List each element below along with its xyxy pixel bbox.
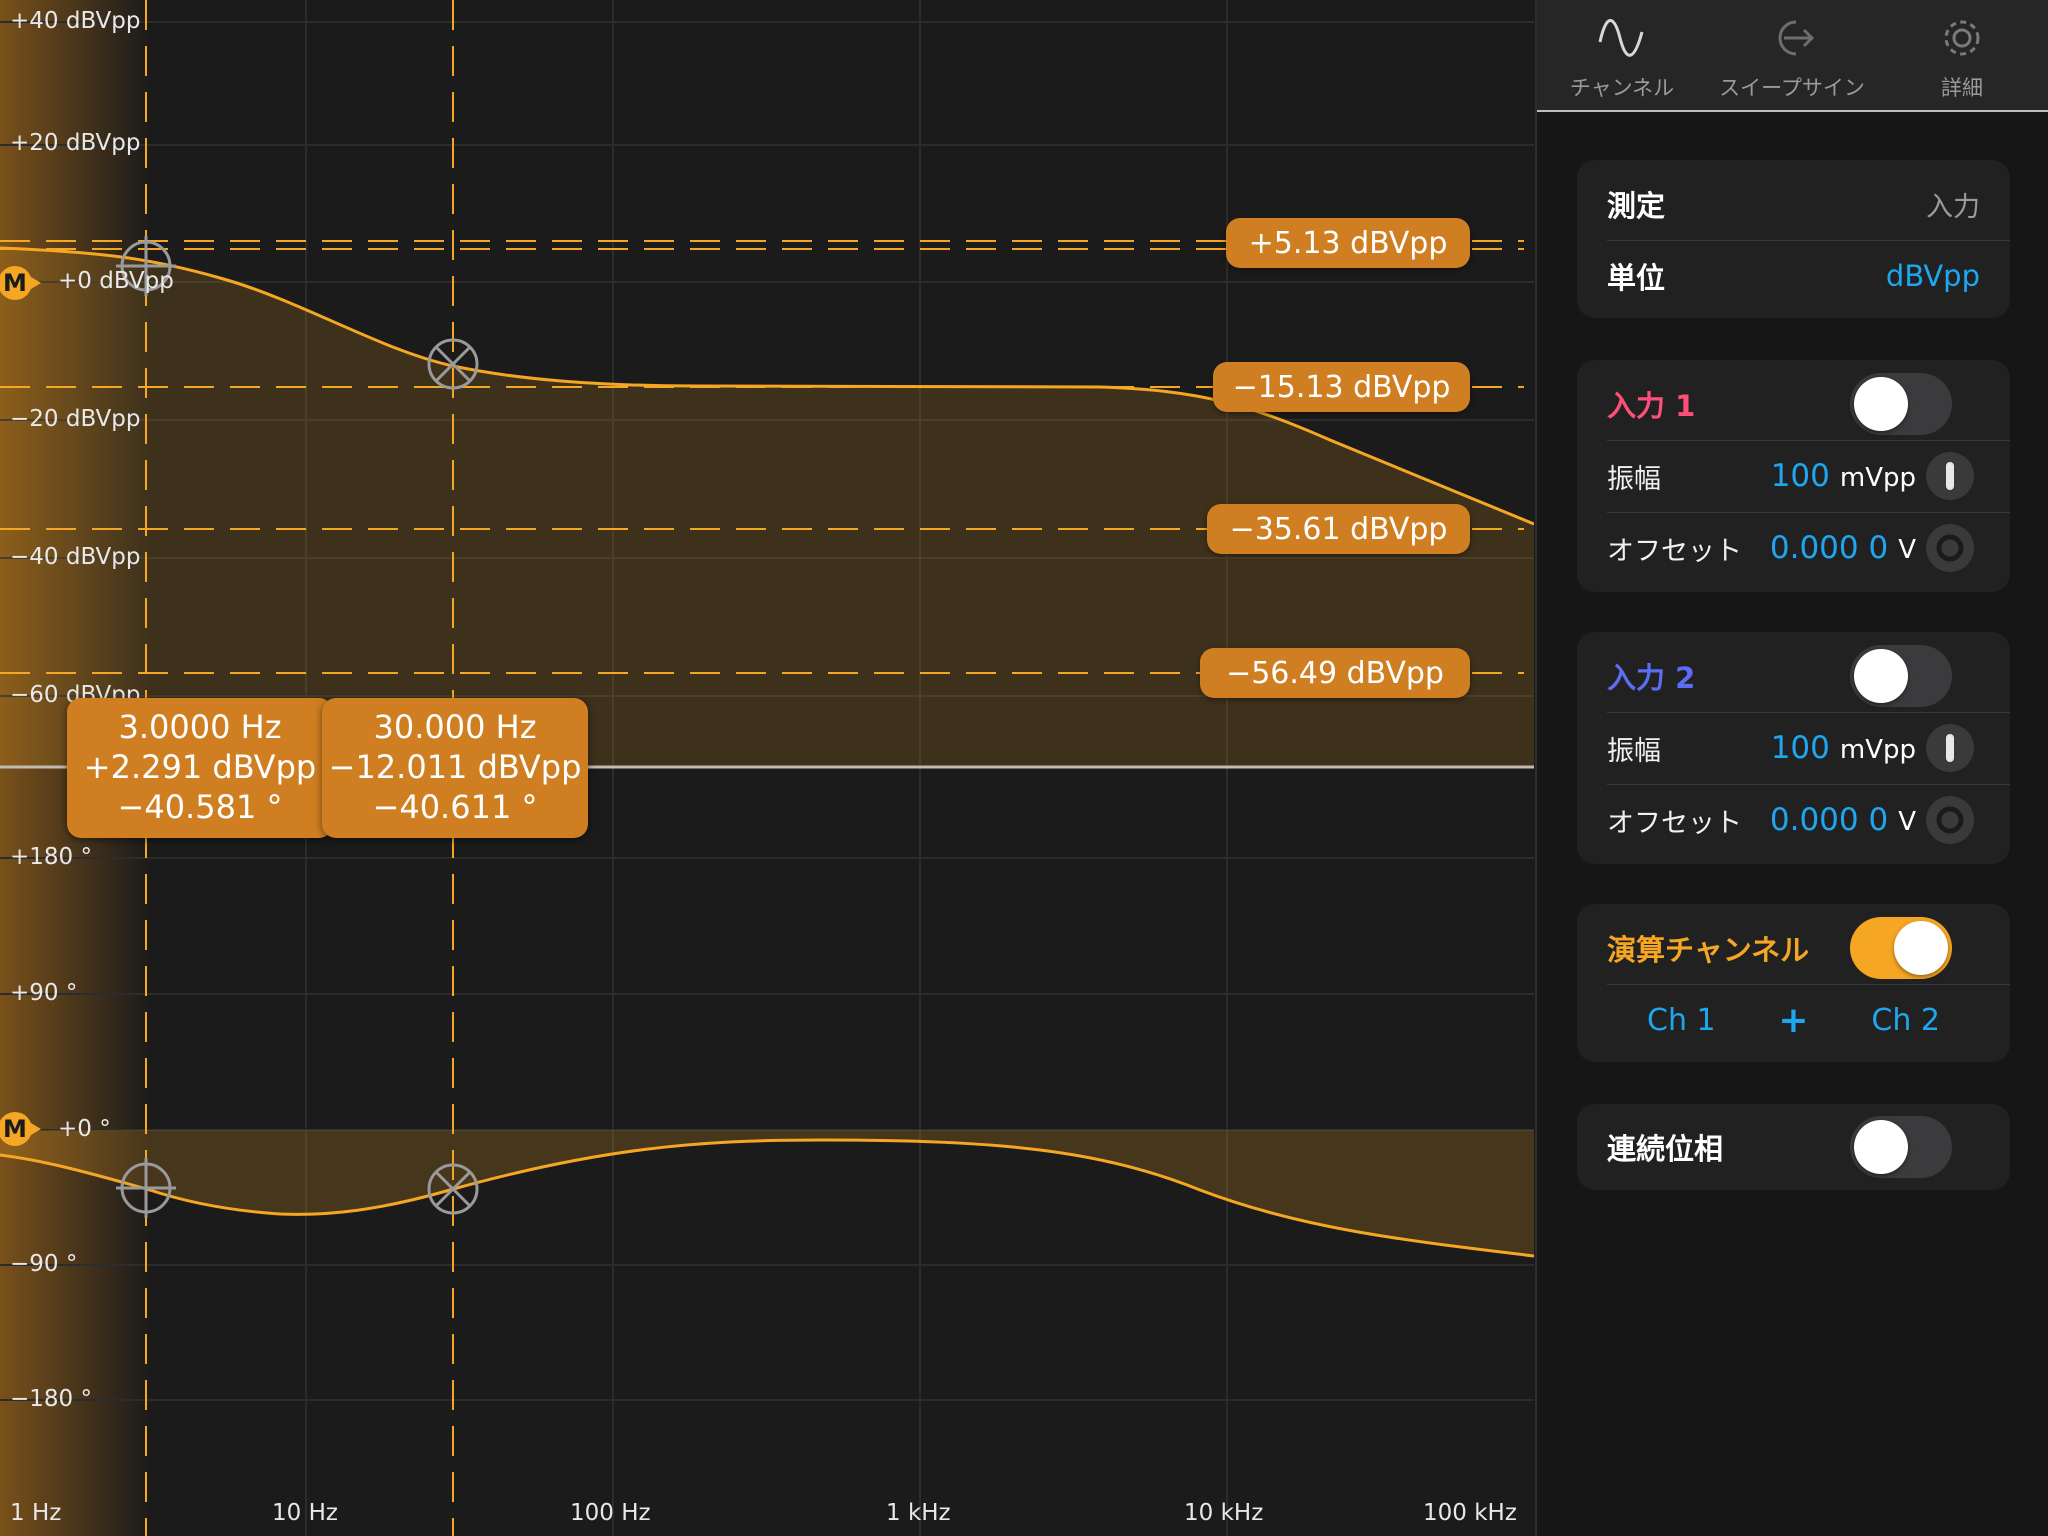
bode-plot[interactable]: +40 dBVpp +20 dBVpp +0 dBVpp −20 dBVpp −…: [0, 0, 1534, 1536]
freq-label-10hz: 10 Hz: [272, 1500, 338, 1526]
measure-value: 入力: [1926, 191, 1980, 223]
input2-offset-label: オフセット: [1607, 807, 1742, 839]
input1-amp-unit: mVpp: [1839, 463, 1916, 493]
phase-label-m180: −180 °: [10, 1386, 92, 1412]
ref-pill-1[interactable]: +5.13 dBVpp: [1226, 218, 1470, 268]
cursor-1-freq: 3.0000 Hz: [118, 708, 282, 746]
input2-offset-value[interactable]: 0.000 0: [1770, 802, 1888, 838]
phase-label-180: +180 °: [10, 844, 92, 870]
cursor-2-freq: 30.000 Hz: [373, 708, 537, 746]
math-operator[interactable]: +: [1778, 1000, 1808, 1041]
input1-offset-dial-icon[interactable]: [1926, 524, 1974, 572]
measure-title: 測定: [1607, 189, 1666, 223]
ref-pill-3[interactable]: −35.61 dBVpp: [1207, 504, 1470, 554]
unit-value: dBVpp: [1885, 259, 1980, 293]
input2-header: 入力 2: [1607, 640, 1980, 712]
freq-label-100khz: 100 kHz: [1423, 1500, 1517, 1526]
input1-toggle[interactable]: [1850, 373, 1952, 435]
tab-bar: チャンネル スイープサイン 詳細: [1537, 0, 2048, 112]
cursor-readout-2[interactable]: 30.000 Hz −12.011 dBVpp −40.611 °: [322, 698, 588, 838]
tab-channel-label: チャンネル: [1569, 76, 1675, 100]
amp-label-20: +20 dBVpp: [10, 130, 141, 156]
input2-card: 入力 2 振幅 100 mVpp オフセット 0.000 0 V: [1577, 632, 2010, 864]
input1-amp-value[interactable]: 100: [1771, 458, 1830, 494]
math-toggle[interactable]: [1850, 917, 1952, 979]
ref-pill-2[interactable]: −15.13 dBVpp: [1213, 362, 1470, 412]
phase-continuous-title: 連続位相: [1607, 1132, 1724, 1166]
freq-label-10khz: 10 kHz: [1184, 1500, 1264, 1526]
input1-offset-label: オフセット: [1607, 535, 1742, 567]
ref-pill-4[interactable]: −56.49 dBVpp: [1200, 648, 1470, 698]
unit-title: 単位: [1607, 261, 1666, 295]
math-title: 演算チャンネル: [1607, 933, 1810, 967]
tab-channel[interactable]: チャンネル: [1537, 0, 1707, 110]
tab-sweep-sine-label: スイープサイン: [1719, 76, 1865, 100]
amp-label-m40: −40 dBVpp: [10, 544, 141, 570]
cursor-1-amp: +2.291 dBVpp: [83, 748, 317, 786]
input2-amp-value[interactable]: 100: [1771, 730, 1830, 766]
phase-label-90: +90 °: [10, 980, 78, 1006]
input1-offset-value[interactable]: 0.000 0: [1770, 530, 1888, 566]
tab-sweep-sine[interactable]: スイープサイン: [1707, 0, 1877, 110]
unit-row[interactable]: 単位 dBVpp: [1607, 240, 1980, 312]
input2-offset-unit: V: [1898, 807, 1916, 837]
input1-offset-row: オフセット 0.000 0 V: [1607, 512, 1980, 584]
freq-label-1khz: 1 kHz: [886, 1500, 951, 1526]
math-card: 演算チャンネル Ch 1 + Ch 2: [1577, 904, 2010, 1062]
cursor-2-amp: −12.011 dBVpp: [328, 748, 582, 786]
amp-label-m20: −20 dBVpp: [10, 406, 141, 432]
amp-label-40: +40 dBVpp: [10, 8, 141, 34]
phase-label-0: +0 °: [58, 1116, 111, 1142]
input2-offset-dial-icon[interactable]: [1926, 796, 1974, 844]
settings-panel: チャンネル スイープサイン 詳細 測定 入力 単位 dBVpp 入力 1 振幅 …: [1535, 0, 2048, 1536]
input1-title: 入力 1: [1607, 389, 1696, 423]
input2-amp-knob-icon[interactable]: [1926, 724, 1974, 772]
phase-label-m90: −90 °: [10, 1251, 78, 1277]
freq-label-100hz: 100 Hz: [570, 1500, 651, 1526]
input2-title: 入力 2: [1607, 661, 1696, 695]
phase-continuous-toggle[interactable]: [1850, 1116, 1952, 1178]
measure-row[interactable]: 測定 入力: [1607, 168, 1980, 240]
input2-amp-unit: mVpp: [1839, 735, 1916, 765]
cursor-readout-1[interactable]: 3.0000 Hz +2.291 dBVpp −40.581 °: [67, 698, 333, 838]
input1-amp-row: 振幅 100 mVpp: [1607, 440, 1980, 512]
sine-wave-icon: [1596, 12, 1648, 68]
math-expression-row: Ch 1 + Ch 2: [1607, 984, 1980, 1056]
cursor-2-phase: −40.611 °: [372, 788, 538, 826]
input2-offset-row: オフセット 0.000 0 V: [1607, 784, 1980, 856]
amp-label-0: +0 dBVpp: [58, 268, 174, 294]
freq-label-1hz: 1 Hz: [10, 1500, 62, 1526]
math-header: 演算チャンネル: [1607, 912, 1980, 984]
gear-icon: [1936, 12, 1988, 68]
phase-fill: [0, 1130, 1534, 1256]
measure-card: 測定 入力 単位 dBVpp: [1577, 160, 2010, 318]
input1-amp-label: 振幅: [1607, 463, 1661, 495]
sweep-export-icon: [1766, 12, 1818, 68]
math-left-operand[interactable]: Ch 1: [1647, 1003, 1716, 1038]
tab-details-label: 詳細: [1941, 76, 1983, 100]
cursor-1-phase: −40.581 °: [117, 788, 283, 826]
phase-continuous-row: 連続位相: [1607, 1111, 1980, 1183]
tab-details[interactable]: 詳細: [1877, 0, 2047, 110]
input2-amp-row: 振幅 100 mVpp: [1607, 712, 1980, 784]
input1-card: 入力 1 振幅 100 mVpp オフセット 0.000 0 V: [1577, 360, 2010, 592]
input1-offset-unit: V: [1898, 535, 1916, 565]
math-right-operand[interactable]: Ch 2: [1871, 1003, 1940, 1038]
input2-amp-label: 振幅: [1607, 735, 1661, 767]
input1-amp-knob-icon[interactable]: [1926, 452, 1974, 500]
input2-toggle[interactable]: [1850, 645, 1952, 707]
input1-header: 入力 1: [1607, 368, 1980, 440]
phase-continuous-card: 連続位相: [1577, 1104, 2010, 1190]
